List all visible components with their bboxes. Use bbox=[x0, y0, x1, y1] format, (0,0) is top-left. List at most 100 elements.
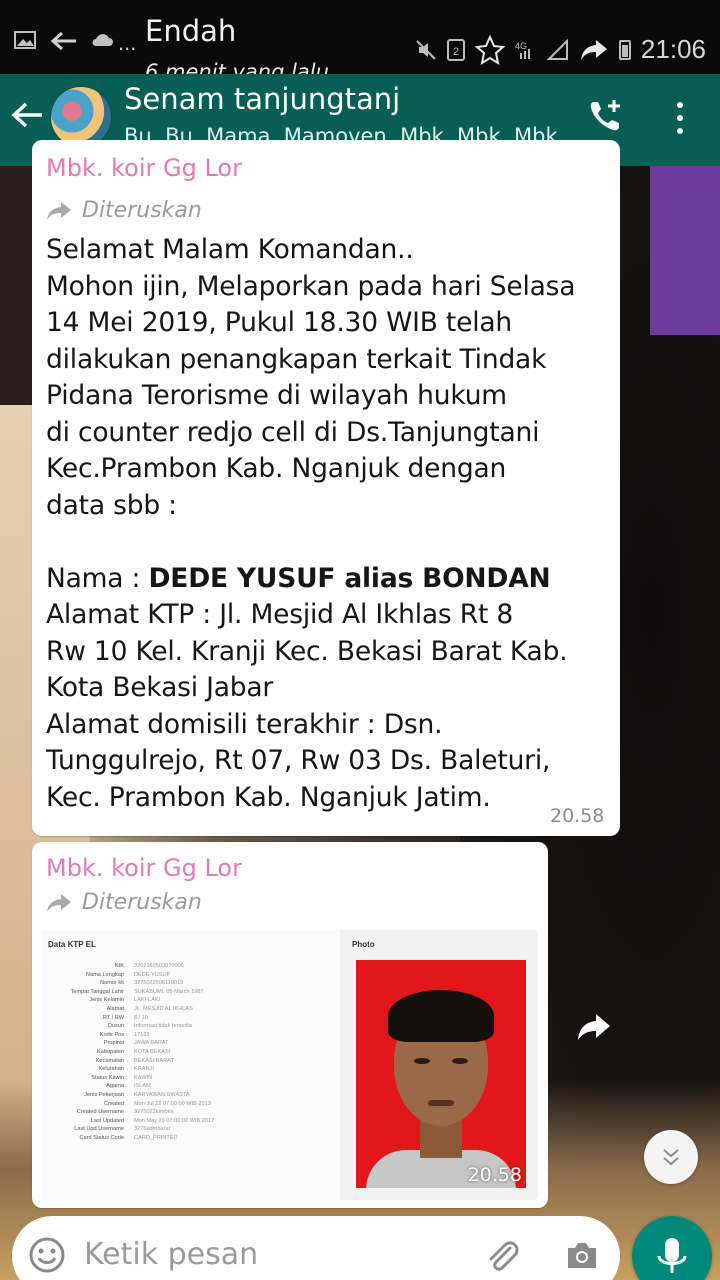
message-sender[interactable]: Mbk. koir Gg Lor bbox=[46, 854, 242, 882]
ktp-row: Last Updated Mon May 29 07:00:00 WIB 2017 bbox=[42, 1117, 340, 1126]
ktp-field-label: Tempat Tanggal Lahir bbox=[70, 988, 124, 995]
mute-icon bbox=[416, 39, 436, 60]
menu-dot bbox=[677, 115, 683, 121]
ktp-field-label: Card Status Code bbox=[79, 1134, 124, 1141]
ktp-row: NIK 3202160503870006 bbox=[42, 962, 340, 971]
message-sender[interactable]: Mbk. koir Gg Lor bbox=[46, 154, 242, 182]
image-icon bbox=[14, 31, 36, 49]
ktp-field-label: Created bbox=[104, 1100, 124, 1107]
wallpaper-purple-corner bbox=[650, 165, 720, 335]
message-line: Mohon ijin, Melaporkan pada hari Selasa bbox=[46, 270, 576, 302]
ktp-field-value: Mon May 29 07:00:00 WIB 2017 bbox=[134, 1117, 215, 1124]
signal-icon bbox=[546, 38, 568, 60]
ktp-row: Nama Lengkap DEDE YUSUP bbox=[42, 971, 340, 980]
photo-eye bbox=[414, 1058, 430, 1064]
photo-hair bbox=[388, 990, 494, 1042]
ktp-field-value: 8 / 10 bbox=[134, 1014, 148, 1021]
ktp-field-value: 17135 bbox=[134, 1031, 150, 1038]
cloud-icon bbox=[92, 34, 113, 46]
id-photo bbox=[356, 960, 526, 1188]
message-line: Pidana Terorisme di wilayah hukum bbox=[46, 380, 507, 411]
ktp-field-label: Last Updated bbox=[90, 1117, 124, 1124]
message-line: Tunggulrejo, Rt 07, Rw 03 Ds. Baleturi, bbox=[46, 745, 551, 776]
attachment-icon[interactable] bbox=[482, 1236, 522, 1276]
message-line: Kec.Prambon Kab. Nganjuk dengan bbox=[46, 453, 507, 484]
ktp-row: Created Mon Jul 22 07:00:00 WIB 2013 bbox=[42, 1100, 340, 1109]
ktp-field-value: 3275admbarat bbox=[134, 1126, 171, 1133]
ktp-row: Nomor kk 3275022506110019 bbox=[42, 979, 340, 988]
ktp-field-label: Jenis Pekerjaan bbox=[84, 1091, 124, 1098]
ktp-field-label: Nomor kk bbox=[100, 980, 124, 987]
message-bubble-content: Mbk. koir Gg Lor Diteruskan Selamat Mala… bbox=[32, 140, 620, 836]
ktp-field-value: KOTA BEKASI bbox=[134, 1048, 171, 1055]
ktp-header: Data KTP EL bbox=[48, 940, 96, 949]
message-input[interactable] bbox=[84, 1230, 464, 1278]
ktp-row: Last Upd Username 3275admbarat bbox=[42, 1125, 340, 1134]
forwarded-label: Diteruskan bbox=[46, 198, 202, 223]
ktp-row: Kode Pos 17135 bbox=[42, 1031, 340, 1040]
chat-title[interactable]: Senam tanjungtanj bbox=[124, 82, 400, 116]
status-clock: 21:06 bbox=[640, 34, 706, 64]
ktp-field-value: JL. MESJID AL IKHLAS bbox=[134, 1005, 193, 1012]
forwarded-text: Diteruskan bbox=[82, 890, 202, 915]
voice-record-button[interactable] bbox=[632, 1216, 712, 1280]
forward-icon bbox=[47, 201, 71, 220]
ktp-row: Alamat JL. MESJID AL IKHLAS bbox=[42, 1005, 340, 1014]
forward-share-icon[interactable] bbox=[574, 1006, 614, 1046]
message-bubble-text[interactable]: Mbk. koir Gg Lor Diteruskan Selamat Mala… bbox=[32, 140, 620, 836]
ktp-field-value: CARD_PRINTED bbox=[134, 1134, 178, 1141]
photo-eye bbox=[452, 1058, 468, 1064]
back-arrow-icon bbox=[50, 31, 76, 51]
star-icon bbox=[474, 34, 505, 65]
photo-label: Photo bbox=[352, 940, 375, 949]
ktp-field-value: DEDE YUSUP bbox=[134, 971, 171, 978]
double-chevron-down-icon bbox=[663, 1149, 679, 1166]
ktp-row: RT / RW 8 / 10 bbox=[42, 1014, 340, 1023]
emoji-icon[interactable] bbox=[28, 1236, 66, 1274]
ktp-field-value: SUKABUMI, 05 March 1987 bbox=[134, 988, 204, 995]
ktp-image[interactable]: Data KTP EL NIK 3202160503870006 Nama Leng… bbox=[42, 930, 538, 1200]
ktp-field-label: Nama Lengkap bbox=[86, 971, 124, 978]
ktp-row: Status Kawin KAWIN bbox=[42, 1074, 340, 1083]
add-call-icon[interactable] bbox=[586, 96, 626, 136]
ktp-field-label: Kelurahan bbox=[98, 1066, 124, 1073]
forwarded-text: Diteruskan bbox=[82, 198, 202, 223]
scroll-to-bottom-button[interactable] bbox=[644, 1130, 698, 1184]
message-bubble-image[interactable]: Mbk. koir Gg Lor Diteruskan Data KTP EL … bbox=[32, 842, 548, 1208]
4g-signal-icon: 4G bbox=[515, 41, 530, 59]
ktp-field-value: KARYAWAN SWASTA bbox=[134, 1091, 190, 1098]
message-line: 14 Mei 2019, Pukul 18.30 WIB telah bbox=[46, 307, 513, 338]
notification-icons bbox=[14, 30, 114, 52]
ktp-field-value: KRANJI bbox=[134, 1066, 154, 1073]
photo-mouth bbox=[428, 1100, 454, 1106]
svg-text:4G: 4G bbox=[515, 41, 527, 51]
ktp-field-value: Mon Jul 22 07:00:00 WIB 2013 bbox=[134, 1100, 211, 1107]
message-line bbox=[46, 524, 616, 561]
ktp-field-label: Propinsi bbox=[103, 1040, 124, 1047]
status-icons: 2 4G 21:06 bbox=[415, 34, 706, 65]
message-line: Selamat Malam Komandan.. bbox=[46, 234, 414, 265]
overflow-menu-icon[interactable] bbox=[668, 98, 692, 138]
message-line: Rw 10 Kel. Kranji Kec. Bekasi Barat Kab. bbox=[46, 635, 568, 667]
ktp-field-label: Kecamatan bbox=[95, 1057, 124, 1064]
ktp-field-label: Created Username bbox=[76, 1109, 124, 1116]
ktp-row: Card Status Code CARD_PRINTED bbox=[42, 1134, 340, 1143]
ktp-row: Kelurahan KRANJI bbox=[42, 1065, 340, 1074]
ktp-field-value: 3202160503870006 bbox=[134, 963, 184, 969]
microphone-icon bbox=[657, 1238, 687, 1273]
ktp-row: Tempat Tanggal Lahir SUKABUMI, 05 March 1… bbox=[42, 988, 340, 997]
back-arrow-icon[interactable] bbox=[10, 100, 44, 130]
ktp-data-panel: Data KTP EL NIK 3202160503870006 Nama Leng… bbox=[42, 930, 340, 1200]
group-avatar[interactable] bbox=[50, 86, 112, 148]
ktp-field-label: RT / RW bbox=[102, 1014, 124, 1021]
message-text: Selamat Malam Komandan.. Mohon ijin, Mel… bbox=[46, 232, 616, 816]
ktp-rows: NIK 3202160503870006 Nama Lengkap DEDE YUSU… bbox=[42, 962, 340, 1142]
ktp-field-value: BEKASI BARAT bbox=[134, 1057, 174, 1064]
ktp-row: Jenis Pekerjaan KARYAWAN SWASTA bbox=[42, 1091, 340, 1100]
notification-ellipsis: ... bbox=[118, 30, 137, 55]
message-composer bbox=[12, 1216, 620, 1280]
message-line: Alamat KTP : Jl. Mesjid Al Ikhlas Rt 8 bbox=[46, 599, 514, 630]
forwarded-label: Diteruskan bbox=[46, 890, 202, 915]
camera-icon[interactable] bbox=[562, 1236, 602, 1276]
menu-dot bbox=[677, 128, 683, 134]
